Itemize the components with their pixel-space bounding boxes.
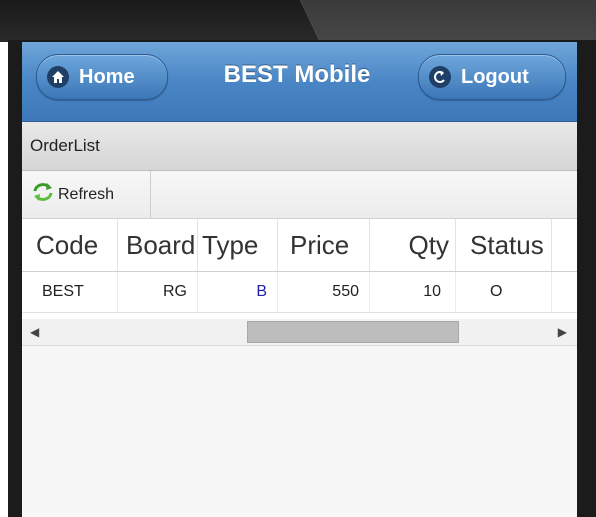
column-header-price[interactable]: Price	[278, 219, 370, 271]
app-header: Home BEST Mobile Logout	[22, 42, 577, 122]
cell-status: O	[456, 272, 552, 312]
column-header-code[interactable]: Code	[22, 219, 118, 271]
column-header-status[interactable]: Status	[456, 219, 552, 271]
horizontal-scrollbar[interactable]: ◀ ▶	[22, 319, 577, 346]
scroll-left-icon[interactable]: ◀	[30, 325, 39, 339]
app-title: BEST Mobile	[223, 61, 371, 88]
refresh-label: Refresh	[58, 185, 115, 203]
cell-qty: 10	[370, 272, 456, 312]
toolbar: Refresh	[22, 171, 577, 219]
column-header-qty[interactable]: Qty	[370, 219, 456, 271]
logout-button[interactable]: Logout	[418, 54, 566, 100]
device-top-gray	[300, 0, 596, 42]
grid-header-row: Code Board Type Price Qty Status	[22, 219, 577, 272]
home-icon	[47, 66, 69, 88]
column-header-board[interactable]: Board	[118, 219, 198, 271]
cell-price: 550	[278, 272, 370, 312]
empty-content-area	[22, 346, 577, 517]
section-title: OrderList	[30, 136, 100, 155]
home-label: Home	[79, 65, 135, 88]
refresh-button[interactable]: Refresh	[22, 171, 151, 218]
order-grid: Code Board Type Price Qty Status BEST RG…	[22, 219, 577, 319]
section-bar: OrderList	[22, 122, 577, 171]
cell-type: B	[198, 272, 278, 312]
logout-label: Logout	[461, 65, 529, 88]
cell-board: RG	[118, 272, 198, 312]
column-header-type[interactable]: Type	[198, 219, 278, 271]
home-button[interactable]: Home	[36, 54, 168, 100]
scrollbar-thumb[interactable]	[247, 321, 459, 343]
app-screen: Home BEST Mobile Logout OrderList Refres…	[22, 42, 577, 517]
table-row[interactable]: BEST RG B 550 10 O	[22, 272, 577, 313]
cell-code: BEST	[22, 272, 118, 312]
back-arrow-icon	[429, 66, 451, 88]
refresh-icon	[32, 182, 54, 207]
scroll-right-icon[interactable]: ▶	[558, 325, 567, 339]
